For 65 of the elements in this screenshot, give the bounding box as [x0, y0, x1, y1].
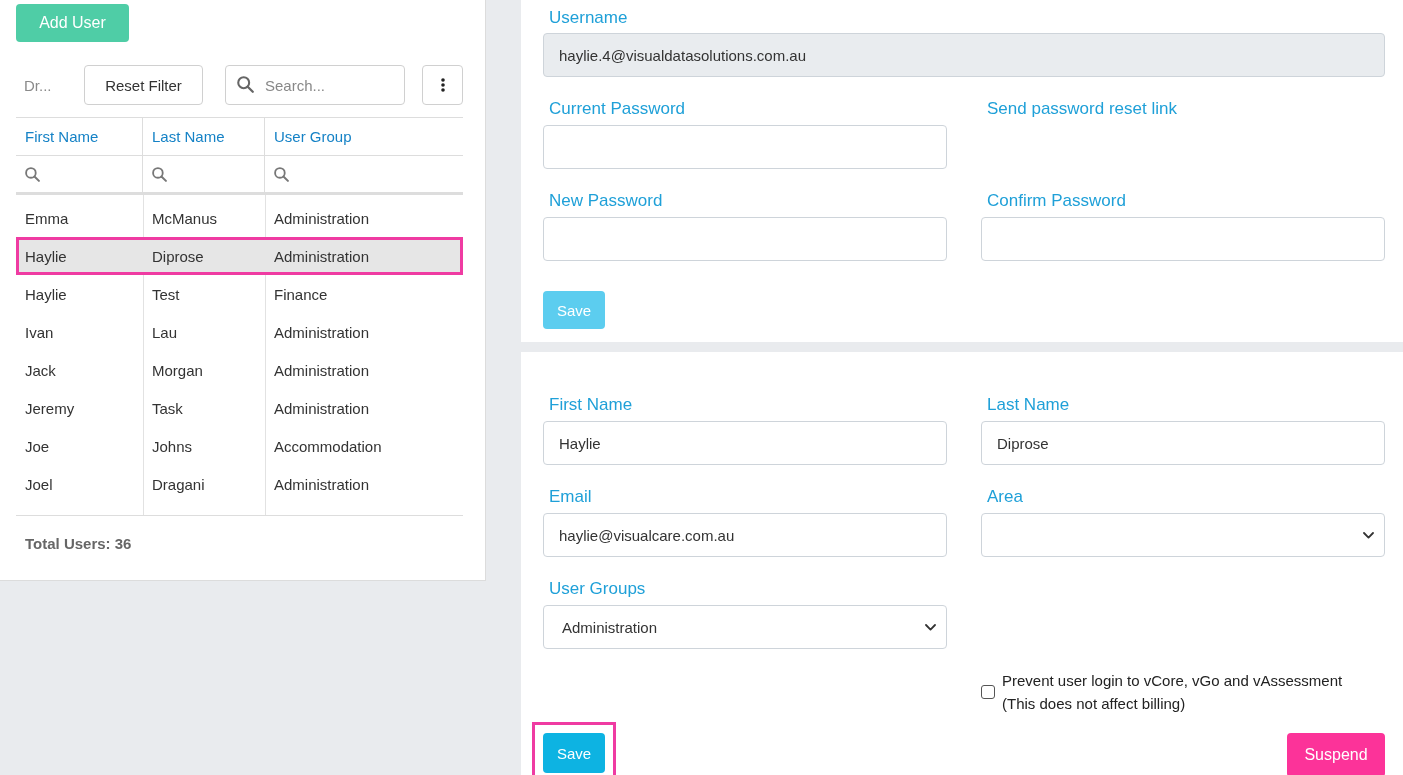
- input-field[interactable]: Haylie: [543, 421, 947, 465]
- search-icon: [237, 76, 254, 93]
- kebab-menu-icon: [440, 78, 445, 92]
- checkbox[interactable]: [981, 685, 995, 699]
- table-cell: Haylie: [25, 247, 67, 265]
- field-label: First Name: [548, 394, 633, 416]
- password-field[interactable]: [543, 217, 947, 261]
- table-row[interactable]: Jack Morgan Administration: [16, 351, 463, 389]
- password-field[interactable]: [543, 125, 947, 169]
- table-cell: Joel: [25, 475, 53, 493]
- search-field[interactable]: Search...: [225, 65, 405, 105]
- table-cell: Accommodation: [274, 437, 382, 455]
- column-header[interactable]: Last Name: [143, 118, 265, 155]
- search-icon: [25, 166, 40, 182]
- table-row[interactable]: Emma McManus Administration: [16, 199, 463, 237]
- table-cell: Joe: [25, 437, 50, 455]
- total-users-text: Total Users: 36: [24, 535, 132, 552]
- password-field[interactable]: [981, 217, 1385, 261]
- search-icon: [152, 166, 167, 182]
- table-cell: Administration: [274, 361, 370, 379]
- column-header[interactable]: First Name: [16, 118, 143, 155]
- search-icon: [274, 166, 289, 182]
- table-cell: Administration: [274, 209, 370, 227]
- field-label: New Password: [548, 190, 663, 212]
- field-label: Area: [986, 486, 1023, 508]
- table-row[interactable]: Joe Johns Accommodation: [16, 427, 463, 465]
- table-row[interactable]: Ivan Lau Administration: [16, 313, 463, 351]
- more-options-button[interactable]: [422, 65, 463, 105]
- table-cell: Test: [152, 285, 180, 303]
- field-label: Email: [548, 486, 592, 508]
- checkbox-label: Prevent user login to vCore, vGo and vAssessment (This does not affect billing): [1002, 671, 1343, 714]
- field-label: Last Name: [986, 394, 1070, 416]
- input-field[interactable]: Diprose: [981, 421, 1385, 465]
- table-cell: Lau: [152, 323, 178, 341]
- table-cell: Finance: [274, 285, 328, 303]
- table-cell: Morgan: [152, 361, 203, 379]
- table-cell: Johns: [152, 437, 193, 455]
- table-cell: Emma: [25, 209, 69, 227]
- table-cell: Administration: [274, 247, 370, 265]
- dropdown[interactable]: Administration: [543, 605, 947, 649]
- field-label: User Groups: [548, 578, 646, 600]
- dropdown[interactable]: [981, 513, 1385, 557]
- table-row[interactable]: Haylie Test Finance: [16, 275, 463, 313]
- chevron-down-icon: [925, 623, 936, 631]
- field-label: Confirm Password: [986, 190, 1126, 212]
- field-label: Username: [548, 7, 628, 29]
- input-field[interactable]: haylie@visualcare.com.au: [543, 513, 947, 557]
- table-cell: Diprose: [152, 247, 204, 265]
- table-cell: Administration: [274, 323, 370, 341]
- table-cell: Ivan: [25, 323, 54, 341]
- table-cell: Administration: [274, 475, 370, 493]
- table-cell: McManus: [152, 209, 218, 227]
- table-cell: Dragani: [152, 475, 205, 493]
- chevron-down-icon: [1363, 531, 1374, 539]
- table-cell: Administration: [274, 399, 370, 417]
- reset-filter-button[interactable]: Reset Filter: [84, 65, 203, 105]
- table-cell: Task: [152, 399, 183, 417]
- column-header[interactable]: User Group: [265, 118, 463, 155]
- table-row[interactable]: Haylie Diprose Administration: [16, 237, 463, 275]
- table-cell: Jack: [25, 361, 56, 379]
- table-cell: Haylie: [25, 285, 67, 303]
- field-label: Current Password: [548, 98, 686, 120]
- table-row[interactable]: Joel Dragani Administration: [16, 465, 463, 503]
- table-cell: Jeremy: [25, 399, 75, 417]
- table-row[interactable]: Jeremy Task Administration: [16, 389, 463, 427]
